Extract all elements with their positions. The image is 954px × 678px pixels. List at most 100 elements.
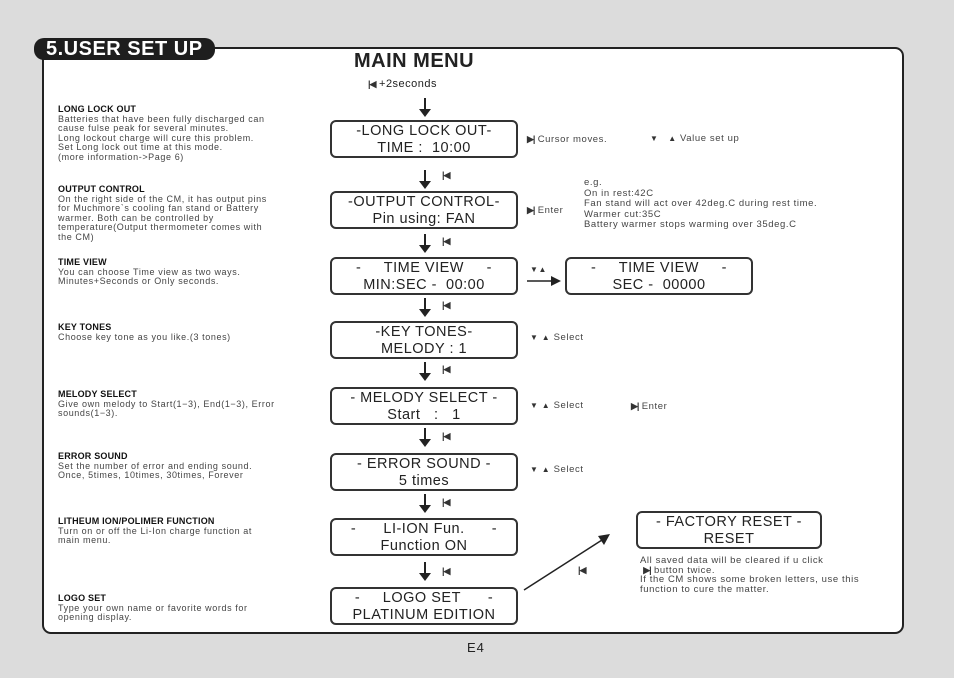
lcd-line: - MELODY SELECT -: [350, 390, 498, 406]
lcd-time-view: - TIME VIEW - MIN:SEC - 00:00: [330, 257, 518, 295]
desc-line: main menu.: [58, 535, 112, 546]
lcd-output-control: -OUTPUT CONTROL- Pin using: FAN: [330, 191, 518, 229]
note-output-enter: ▶| Enter: [527, 205, 563, 217]
section-tab: 5.USER SET UP: [34, 38, 215, 60]
note-melody-select: ▼ ▲ Select: [530, 400, 584, 412]
lcd-line: -LONG LOCK OUT-: [356, 123, 492, 139]
updown-icons: ▼▲: [530, 265, 547, 276]
desc-line: the CM): [58, 231, 95, 242]
main-menu-hint: |◀ +2seconds: [368, 78, 437, 90]
desc-line: opening display.: [58, 612, 132, 623]
lcd-key-tones: -KEY TONES- MELODY : 1: [330, 321, 518, 359]
lcd-line: MELODY : 1: [380, 341, 468, 357]
lcd-line: -KEY TONES-: [375, 324, 473, 340]
page-number: E4: [467, 640, 485, 655]
down-button-icon: ▼: [530, 333, 539, 342]
back-icon: |◀: [442, 566, 451, 576]
lcd-time-view-seconds: - TIME VIEW - SEC - 00000: [565, 257, 753, 295]
desc-key-tones: KEY TONES Choose key tone as you like.(3…: [58, 322, 330, 342]
lcd-logo-set: - LOGO SET - PLATINUM EDITION: [330, 587, 518, 625]
down-arrow: [419, 98, 431, 118]
desc-line: temperature(Output thermometer comes wit…: [58, 222, 263, 233]
note-text: Enter: [537, 205, 564, 216]
down-button-icon: ▼: [530, 401, 539, 410]
up-button-icon: ▲: [541, 401, 551, 410]
lcd-line: PLATINUM EDITION: [352, 607, 496, 623]
desc-output-control: OUTPUT CONTROL On the right side of the …: [58, 184, 330, 243]
note-output-example: e.g. On in rest:42C Fan stand will act o…: [584, 177, 818, 231]
note-text: Cursor moves.: [537, 134, 608, 145]
lcd-li-ion: - LI-ION Fun. - Function ON: [330, 518, 518, 556]
lcd-line: TIME : 10:00: [377, 140, 471, 156]
down-arrow: [419, 170, 431, 190]
down-arrow: [419, 428, 431, 448]
lcd-line: - LOGO SET -: [354, 590, 494, 606]
desc-line: (more information->Page 6): [58, 151, 184, 162]
lcd-error-sound: - ERROR SOUND - 5 times: [330, 453, 518, 491]
desc-logo-set: LOGO SET Type your own name or favorite …: [58, 593, 330, 623]
note-line: Battery warmer stops warming over 35deg.…: [584, 219, 797, 230]
desc-long-lock-out: LONG LOCK OUT Batteries that have been f…: [58, 104, 330, 163]
lcd-line: - LI-ION Fun. -: [350, 521, 498, 537]
lcd-line: MIN:SEC - 00:00: [363, 277, 485, 293]
back-icon: |◀: [442, 300, 451, 310]
down-arrow: [419, 362, 431, 382]
lcd-line: RESET: [703, 531, 755, 547]
desc-line: Minutes+Seconds or Only seconds.: [58, 276, 220, 287]
enter-button-icon: ▶|: [527, 205, 536, 215]
note-line: Fan stand will act over 42deg.C during r…: [584, 198, 818, 209]
note-melody-enter: ▶| Enter: [631, 401, 667, 413]
right-arrow-icon: [527, 276, 561, 286]
lcd-line: - FACTORY RESET -: [655, 514, 803, 530]
lcd-line: Function ON: [380, 538, 468, 554]
back-icon: |◀: [578, 565, 587, 575]
back-button-icon: |◀: [368, 79, 377, 89]
down-button-icon: ▼: [530, 265, 539, 274]
down-button-icon: ▼: [650, 134, 659, 143]
up-button-icon: ▲: [668, 134, 677, 143]
back-icon: |◀: [442, 170, 451, 180]
lcd-line: 5 times: [398, 473, 450, 489]
up-button-icon: ▲: [541, 465, 551, 474]
up-button-icon: ▲: [538, 265, 548, 274]
note-error-select: ▼ ▲ Select: [530, 464, 584, 476]
back-icon: |◀: [442, 497, 451, 507]
note-cursor-moves: ▶| Cursor moves.: [527, 134, 607, 146]
desc-time-view: TIME VIEW You can choose Time view as tw…: [58, 257, 330, 287]
desc-error-sound: ERROR SOUND Set the number of error and …: [58, 451, 330, 481]
lcd-factory-reset: - FACTORY RESET - RESET: [636, 511, 822, 549]
desc-melody-select: MELODY SELECT Give own melody to Start(1…: [58, 389, 330, 419]
desc-li-ion: LITHEUM ION/POLIMER FUNCTION Turn on or …: [58, 516, 330, 546]
lcd-line: - TIME VIEW -: [356, 260, 492, 276]
down-arrow: [419, 562, 431, 582]
main-menu-title: MAIN MENU: [354, 50, 475, 72]
lcd-line: -OUTPUT CONTROL-: [348, 194, 500, 210]
desc-line: Once, 5times, 10times, 30times, Forever: [58, 470, 244, 481]
up-button-icon: ▲: [541, 333, 551, 342]
note-text: Select: [553, 400, 584, 411]
note-text: Enter: [641, 401, 668, 412]
lcd-line: - TIME VIEW -: [591, 260, 727, 276]
note-line: function to cure the matter.: [640, 584, 770, 596]
note-key-tones-select: ▼ ▲ Select: [530, 332, 584, 344]
note-text: Select: [553, 332, 584, 343]
down-arrow: [419, 234, 431, 254]
lcd-line: - ERROR SOUND -: [357, 456, 491, 472]
back-icon: |◀: [442, 364, 451, 374]
desc-line: sounds(1−3).: [58, 408, 118, 419]
note-text: Value set up: [680, 133, 740, 144]
note-value-setup: ▼ ▲ Value set up: [650, 133, 740, 145]
back-icon: |◀: [442, 431, 451, 441]
enter-button-icon: ▶|: [643, 564, 652, 575]
down-button-icon: ▼: [530, 465, 539, 474]
back-icon: |◀: [442, 236, 451, 246]
note-text: Select: [553, 464, 584, 475]
diagonal-arrow-icon: [523, 534, 610, 591]
lcd-line: Start : 1: [387, 407, 461, 423]
lcd-line: SEC - 00000: [612, 277, 706, 293]
lcd-long-lock-out: -LONG LOCK OUT- TIME : 10:00: [330, 120, 518, 158]
down-arrow: [419, 298, 431, 318]
note-line: e.g.: [584, 177, 603, 188]
lcd-melody-select: - MELODY SELECT - Start : 1: [330, 387, 518, 425]
enter-button-icon: ▶|: [527, 134, 536, 144]
